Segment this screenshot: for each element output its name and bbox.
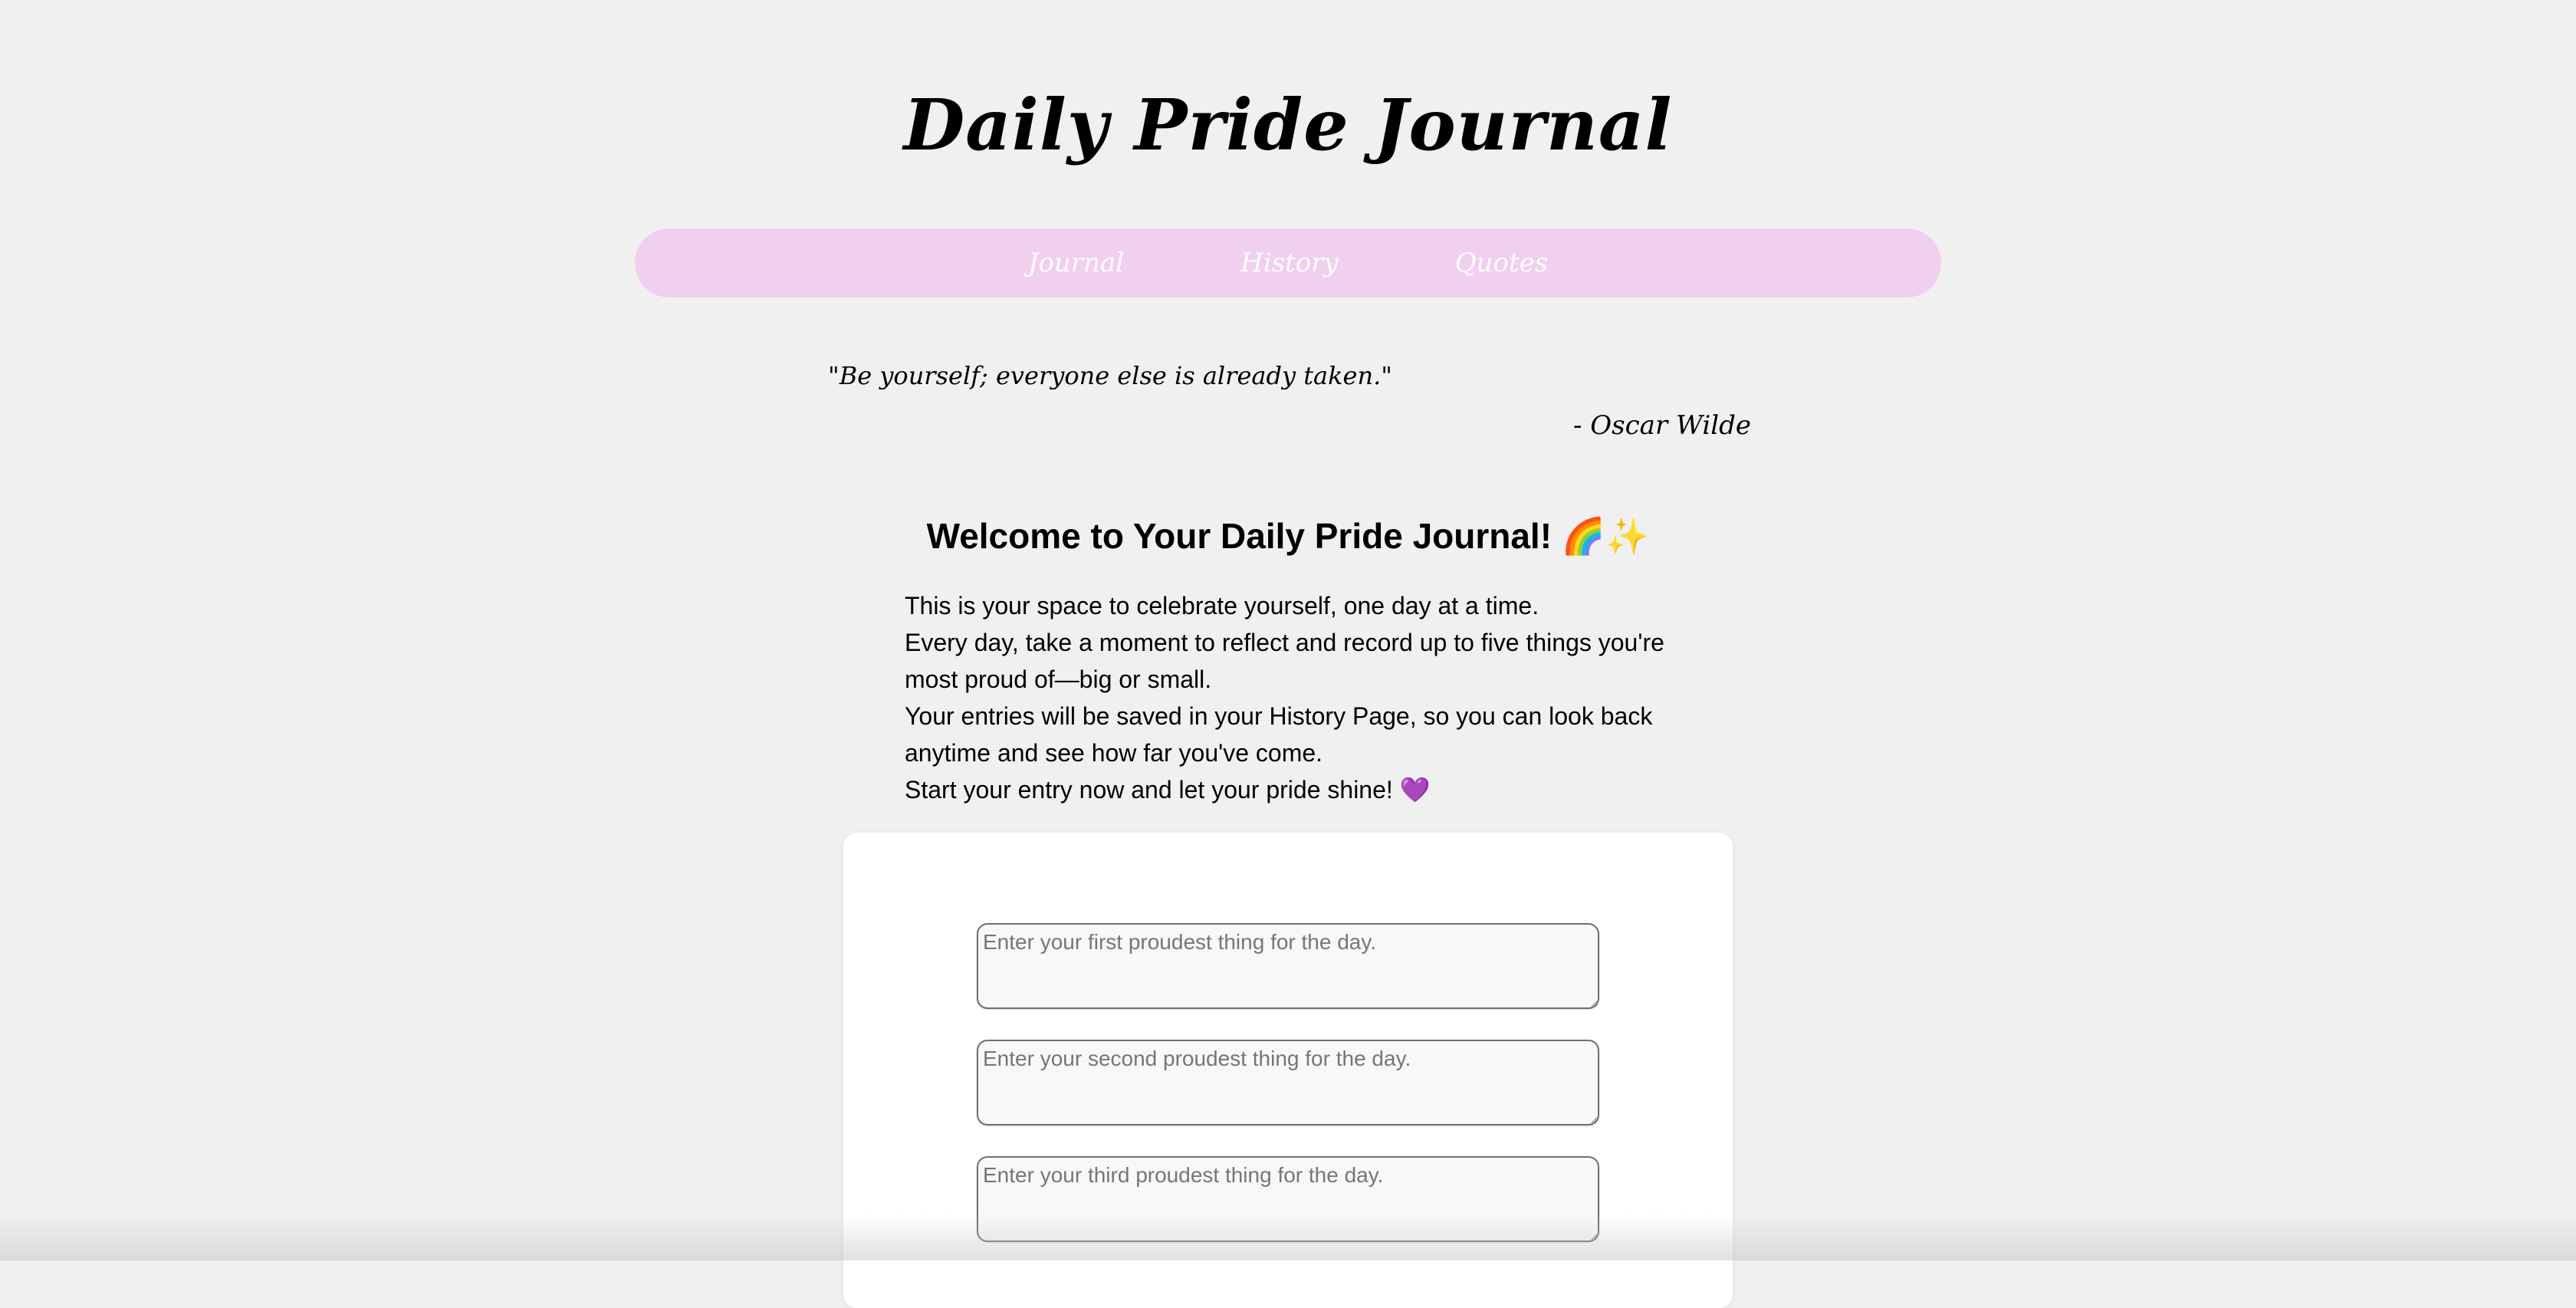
intro-line-3: Your entries will be saved in your Histo… bbox=[905, 702, 1653, 767]
nav-link-quotes[interactable]: Quotes bbox=[1455, 228, 1548, 297]
nav-link-history[interactable]: History bbox=[1240, 228, 1339, 297]
entry-third-field[interactable] bbox=[977, 1156, 1599, 1242]
journal-form-card bbox=[843, 833, 1733, 1308]
quote-author: - Oscar Wilde bbox=[1573, 410, 1751, 441]
main-navbar: Journal History Quotes bbox=[635, 228, 1941, 297]
page-title: Daily Pride Journal bbox=[903, 84, 1673, 166]
entry-second-field[interactable] bbox=[977, 1040, 1599, 1126]
quote-block: "Be yourself; everyone else is already t… bbox=[828, 354, 1751, 445]
intro-line-2: Every day, take a moment to reflect and … bbox=[905, 629, 1664, 693]
intro-text: This is your space to celebrate yourself… bbox=[905, 587, 1702, 808]
intro-line-4: Start your entry now and let your pride … bbox=[905, 776, 1431, 804]
entry-first-field[interactable] bbox=[977, 923, 1599, 1009]
quote-text: "Be yourself; everyone else is already t… bbox=[828, 361, 1392, 390]
welcome-title: Welcome to Your Daily Pride Journal! 🌈✨ bbox=[926, 516, 1650, 556]
intro-line-1: This is your space to celebrate yourself… bbox=[905, 592, 1539, 619]
nav-link-journal[interactable]: Journal bbox=[1028, 228, 1124, 297]
